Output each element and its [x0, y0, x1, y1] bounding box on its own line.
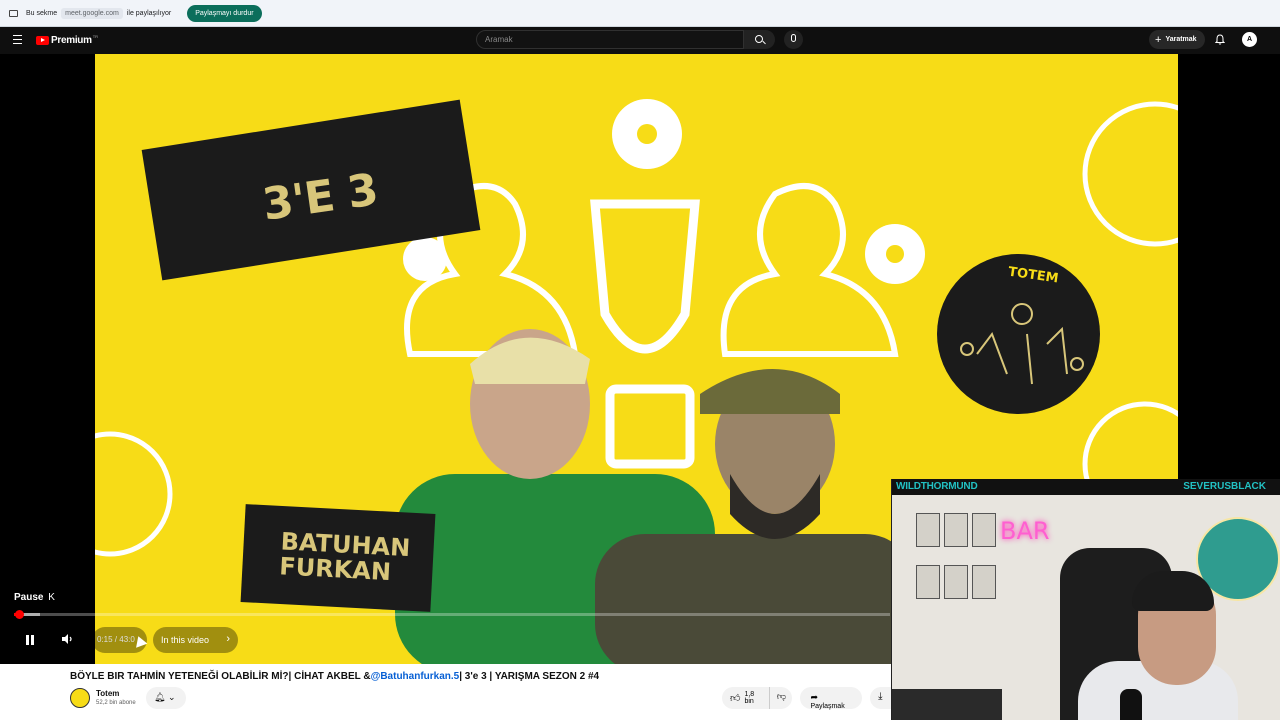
volume-icon[interactable] — [60, 633, 74, 645]
youtube-logo[interactable]: Premium TR — [36, 34, 99, 46]
title-mention-link[interactable]: @Batuhanfurkan.5 — [371, 671, 460, 682]
meet-share-bar: Bu sekme meet.google.com ile paylaşılıyo… — [0, 0, 1280, 27]
create-button[interactable]: + Yaratmak — [1149, 30, 1205, 49]
wall-poster — [972, 565, 996, 599]
neon-sign: BAR — [1000, 517, 1050, 545]
wall-poster — [972, 513, 996, 547]
thumbs-down-icon: 👎︎ — [776, 691, 786, 701]
scrubber-handle[interactable] — [15, 610, 24, 619]
youtube-play-icon — [36, 36, 49, 45]
desk-shelf — [892, 689, 1002, 720]
mic-icon — [791, 34, 796, 42]
share-icon: ➦ — [810, 692, 819, 702]
hamburger-icon[interactable] — [13, 35, 22, 47]
webcam-right-name: SEVERUSBLACK — [1183, 481, 1266, 492]
search-icon — [755, 35, 763, 43]
video-info: BÖYLE BIR TAHMİN YETENEĞİ OLABİLİR Mİ?| … — [0, 664, 891, 720]
channel-avatar[interactable] — [70, 688, 90, 708]
share-domain: meet.google.com — [61, 7, 123, 19]
share-text-after: ile paylaşılıyor — [126, 9, 172, 17]
wall-poster — [944, 513, 968, 547]
webcam-left-name: WILDTHORMUND — [896, 481, 978, 492]
download-button[interactable]: ⤓ — [869, 687, 891, 709]
chapter-button[interactable]: In this video › — [153, 627, 238, 653]
create-label: Yaratmak — [1165, 36, 1197, 43]
subscriber-count: 52,2 bin abone — [96, 700, 136, 706]
pause-button[interactable] — [15, 625, 45, 655]
video-title: BÖYLE BIR TAHMİN YETENEĞİ OLABİLİR Mİ?| … — [70, 671, 599, 682]
youtube-header: Premium TR Aramak + Yaratmak A — [0, 27, 1280, 54]
stop-sharing-button[interactable]: Paylaşmayı durdur — [187, 4, 262, 22]
download-icon: ⤓ — [878, 691, 883, 702]
channel-name[interactable]: Totem — [96, 689, 119, 698]
dislike-button[interactable]: 👎︎ — [769, 687, 793, 709]
title-part-2: | 3'e 3 | YARIŞMA SEZON 2 #4 — [459, 671, 600, 682]
wall-poster — [944, 565, 968, 599]
pause-tooltip: Pause K — [14, 592, 57, 603]
voice-search-button[interactable] — [784, 30, 803, 49]
bell-icon: 🔔︎ — [154, 692, 166, 702]
search-button[interactable] — [744, 30, 775, 49]
logo-text: Premium — [51, 35, 92, 46]
chevron-right-icon: › — [226, 633, 230, 645]
chapter-label: In this video — [161, 635, 210, 645]
video-actions: 👍︎ 1,8 bin 👎︎ ➦ Paylaşmak ⤓ — [722, 687, 891, 710]
avatar[interactable]: A — [1242, 32, 1257, 47]
wall-poster — [916, 565, 940, 599]
wall-poster — [916, 513, 940, 547]
search-input[interactable]: Aramak — [476, 30, 744, 49]
progress-bar[interactable] — [14, 610, 890, 619]
share-button[interactable]: ➦ Paylaşmak — [800, 687, 862, 710]
notification-bell-button[interactable]: 🔔︎ ⌄ — [146, 687, 186, 709]
plus-icon: + — [1155, 33, 1162, 46]
title-part-1: BÖYLE BIR TAHMİN YETENEĞİ OLABİLİR Mİ?| … — [70, 671, 371, 682]
share-text-before: Bu sekme — [26, 9, 58, 17]
webcam-overlay: WILDTHORMUND SEVERUSBLACK BAR — [891, 479, 1280, 720]
tooltip-label: Pause — [14, 592, 44, 603]
like-count: 1,8 bin — [744, 691, 755, 705]
microphone — [1120, 689, 1142, 720]
person-hair — [1132, 571, 1214, 611]
bell-icon[interactable] — [1215, 34, 1225, 45]
chevron-down-icon: ⌄ — [167, 692, 176, 702]
like-button[interactable]: 👍︎ 1,8 bin — [722, 687, 770, 709]
tab-share-icon — [9, 9, 18, 17]
logo-region: TR — [92, 34, 99, 39]
thumbs-up-icon: 👍︎ — [730, 693, 741, 704]
tooltip-key: K — [46, 592, 57, 603]
share-label: Paylaşmak — [810, 703, 845, 710]
